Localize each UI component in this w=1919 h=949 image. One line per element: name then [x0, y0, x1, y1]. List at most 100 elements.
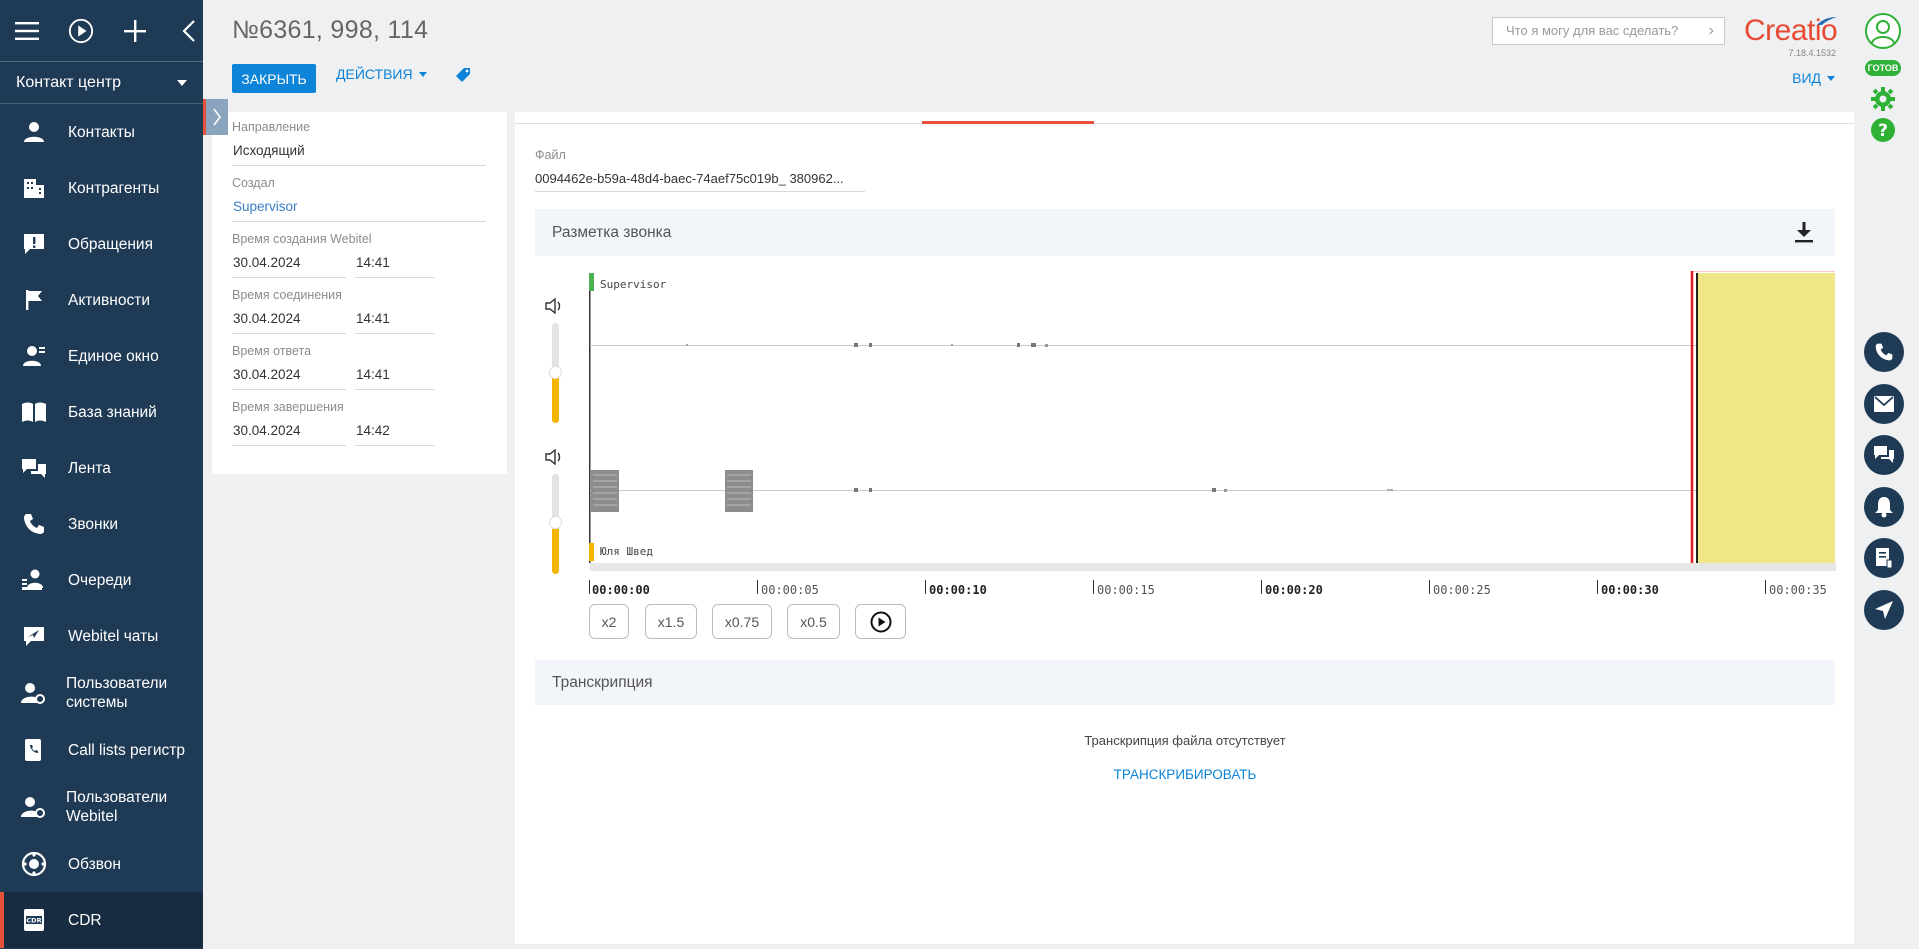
gear-icon[interactable] [1870, 86, 1896, 117]
book-icon [20, 398, 48, 426]
view-dropdown[interactable]: ВИД [1792, 70, 1835, 86]
view-label: ВИД [1792, 70, 1821, 86]
sidebar-item-activities[interactable]: Активности [0, 272, 203, 328]
sidebar-item-knowledge-base[interactable]: База знаний [0, 384, 203, 440]
phone-button[interactable] [1864, 332, 1904, 372]
answer-time-field[interactable]: 14:41 [355, 364, 435, 390]
phone-list-icon [20, 736, 48, 764]
documents-button[interactable] [1864, 538, 1904, 578]
connect-time-field[interactable]: 14:41 [355, 308, 435, 334]
actions-dropdown[interactable]: ДЕЙСТВИЯ [336, 66, 427, 82]
sidebar-item-label: Пользователи системы [66, 675, 168, 711]
selection-region [1696, 273, 1835, 563]
cdr-icon: CDR [20, 906, 48, 934]
sidebar-item-call-lists[interactable]: Call lists регистр [0, 722, 203, 778]
person-window-icon [20, 342, 48, 370]
chat-button[interactable] [1864, 435, 1904, 475]
direction-field[interactable]: Исходящий [232, 140, 486, 166]
speaker-top-label: Supervisor [600, 278, 667, 291]
page-title: №6361, 998, 114 [232, 16, 429, 44]
collapse-chevron-left-icon[interactable] [176, 18, 202, 44]
help-icon[interactable]: ? [1870, 117, 1896, 148]
sidebar-item-cases[interactable]: Обращения [0, 216, 203, 272]
sidebar-item-queues[interactable]: Очереди [0, 552, 203, 608]
sidebar-item-dialer[interactable]: Обзвон [0, 836, 203, 892]
transcribe-button[interactable]: ТРАНСКРИБИРОВАТЬ [535, 767, 1835, 782]
connect-date-field[interactable]: 30.04.2024 [232, 308, 346, 334]
plus-icon[interactable] [122, 18, 148, 44]
sidebar-item-label: База знаний [68, 403, 157, 421]
document-icon [1876, 548, 1893, 569]
end-date-field[interactable]: 30.04.2024 [232, 420, 346, 446]
hamburger-menu-icon[interactable] [14, 18, 40, 44]
avatar[interactable] [1864, 12, 1902, 55]
created-webitel-label: Время создания Webitel [232, 232, 372, 246]
waveform-scrollbar[interactable] [590, 563, 1836, 571]
sidebar-item-webitel-chats[interactable]: Webitel чаты [0, 608, 203, 664]
sidebar-item-contacts[interactable]: Контакты [0, 104, 203, 160]
nav-items: Контакты Контрагенты Обращения Активност… [0, 104, 203, 948]
play-circle-icon[interactable] [68, 18, 94, 44]
phone-icon [20, 510, 48, 538]
sidebar-item-single-window[interactable]: Единое окно [0, 328, 203, 384]
workplace-selector[interactable]: Контакт центр [0, 62, 203, 104]
file-name-field[interactable]: 0094462e-b59a-48d4-baec-74aef75c019b_ 38… [535, 168, 865, 192]
end-time-field[interactable]: 14:42 [355, 420, 435, 446]
active-tab-indicator [922, 121, 1094, 124]
sidebar-item-feed[interactable]: Лента [0, 440, 203, 496]
speaker-top-volume-icon[interactable] [545, 297, 563, 319]
created-webitel-time-field[interactable]: 14:41 [355, 252, 435, 278]
expand-panel-button[interactable] [203, 99, 228, 135]
sidebar-item-calls[interactable]: Звонки [0, 496, 203, 552]
chevron-right-icon: › [1708, 22, 1714, 39]
left-navigation: Контакт центр Контакты Контрагенты Обращ… [0, 0, 203, 949]
speaker-top-volume-knob[interactable] [549, 366, 562, 379]
speed-x2-button[interactable]: x2 [589, 604, 629, 639]
timeline-tick-label: 00:00:10 [929, 583, 987, 597]
nav-toolbar [0, 0, 203, 62]
notifications-button[interactable] [1864, 487, 1904, 527]
sidebar-item-accounts[interactable]: Контрагенты [0, 160, 203, 216]
sidebar-item-label: Обращения [68, 235, 153, 253]
sidebar-item-label: Пользователи Webitel [66, 789, 168, 825]
answer-date-field[interactable]: 30.04.2024 [232, 364, 346, 390]
close-button[interactable]: ЗАКРЫТЬ [232, 64, 316, 93]
sidebar-item-system-users[interactable]: Пользователи системы [0, 664, 203, 722]
exclamation-icon [20, 230, 48, 258]
phone-icon [1875, 343, 1893, 361]
status-badge[interactable]: ГОТОВ [1865, 60, 1901, 76]
sidebar-item-label: CDR [68, 911, 102, 929]
send-button[interactable] [1864, 590, 1904, 630]
actions-label: ДЕЙСТВИЯ [336, 66, 413, 82]
speed-x0-75-button[interactable]: x0.75 [712, 604, 772, 639]
flag-icon [20, 286, 48, 314]
speaker-bottom-volume-knob[interactable] [549, 516, 562, 529]
email-button[interactable] [1864, 384, 1904, 424]
speed-x1-5-button[interactable]: x1.5 [645, 604, 697, 639]
version-label: 7.18.4.1532 [1788, 48, 1836, 58]
command-search-input[interactable]: Что я могу для вас сделать? › [1492, 17, 1725, 45]
transcription-title: Транскрипция [552, 674, 653, 691]
user-gear-icon [20, 679, 46, 707]
bell-icon [1875, 497, 1893, 518]
created-webitel-date-field[interactable]: 30.04.2024 [232, 252, 346, 278]
svg-text:CDR: CDR [26, 917, 41, 925]
timeline-tick-label: 00:00:20 [1265, 583, 1323, 597]
speed-x0-5-button[interactable]: x0.5 [787, 604, 840, 639]
sidebar-item-cdr[interactable]: CDR CDR [0, 892, 203, 948]
timeline-tick-label: 00:00:05 [761, 583, 819, 597]
connect-label: Время соединения [232, 288, 342, 302]
sidebar-item-label: Call lists регистр [68, 741, 186, 759]
play-button[interactable] [855, 604, 906, 639]
queue-icon [20, 566, 48, 594]
user-gear-icon [20, 793, 46, 821]
sidebar-item-webitel-users[interactable]: Пользователи Webitel [0, 778, 203, 836]
sidebar-item-label: Очереди [68, 571, 132, 589]
download-icon[interactable] [1794, 221, 1814, 248]
sidebar-item-label: Обзвон [68, 855, 121, 873]
speaker-bottom-volume-icon[interactable] [545, 448, 563, 470]
waveform-canvas[interactable] [589, 271, 1835, 564]
speaker-bottom-marker [589, 543, 594, 561]
created-by-link[interactable]: Supervisor [232, 196, 486, 222]
tag-icon[interactable] [455, 67, 471, 88]
